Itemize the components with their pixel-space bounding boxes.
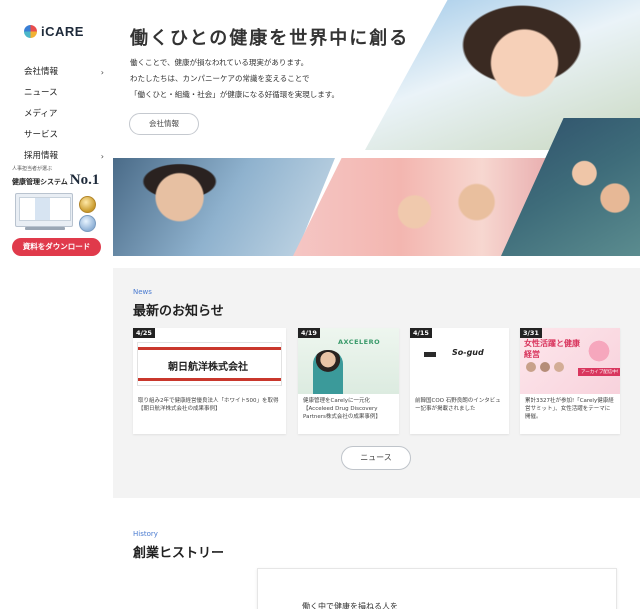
news-date: 4/19 (298, 328, 320, 338)
main-nav: 会社情報 › ニュース メディア サービス 採用情報 › (0, 62, 113, 167)
logo-mark-icon (24, 25, 37, 38)
nav-item-media[interactable]: メディア (0, 104, 113, 125)
news-section: News 最新のお知らせ 4/25 朝日航洋株式会社 取り組み2年で健康経営優良… (113, 268, 640, 498)
news-date: 4/15 (410, 328, 432, 338)
person-photo-icon (313, 350, 343, 394)
award-seal-icon (79, 215, 96, 232)
news-caption: 累計3327社が参加!「Carely健康経営サミット」、女性活躍をテーマに開催。 (525, 398, 614, 420)
thumb-logo-text: AXCELERO (338, 338, 381, 346)
heart-illustration-icon (584, 334, 614, 368)
news-card[interactable]: 4/19 AXCELERO 健康管理をCarelyに一元化【Acceleed D… (298, 328, 399, 434)
badge-title: 健康管理システム No.1 (12, 172, 104, 189)
speaker-avatar (526, 362, 536, 372)
news-card[interactable]: 4/15 So-gud 前韓国COO 石野良朗のインタビュー記事が掲載されました (410, 328, 509, 434)
news-thumb: 3/31 女性活躍と健康経営 アーカイブ配信中! (520, 328, 620, 394)
nav-item-service[interactable]: サービス (0, 125, 113, 146)
history-card: 働く中で健康を損ねる人を (257, 568, 617, 609)
thumb-stripe (138, 347, 281, 350)
news-date: 3/31 (520, 328, 542, 338)
nav-item-label: メディア (24, 109, 58, 119)
news-more-button[interactable]: ニュース (341, 446, 411, 470)
nav-item-label: 採用情報 (24, 151, 59, 161)
laptop-illustration-icon (15, 193, 73, 230)
nav-item-label: サービス (24, 130, 59, 140)
history-title: 創業ヒストリー (133, 546, 225, 561)
chevron-right-icon: › (100, 152, 104, 161)
news-thumb: 4/25 朝日航洋株式会社 (133, 328, 286, 394)
company-info-button[interactable]: 会社情報 (129, 113, 199, 135)
logo-text: iCARE (41, 24, 84, 39)
thumb-small-logo-icon (424, 352, 436, 357)
nav-item-label: ニュース (24, 88, 58, 98)
site-logo[interactable]: iCARE (24, 24, 84, 39)
archive-badge: アーカイブ配信中! (578, 368, 620, 376)
news-title: 最新のお知らせ (133, 304, 224, 319)
sidebar: iCARE 会社情報 › ニュース メディア サービス 採用情報 › 人事担当者… (0, 0, 113, 609)
download-button[interactable]: 資料をダウンロード (12, 238, 101, 256)
news-caption: 健康管理をCarelyに一元化【Acceleed Drug Discovery … (303, 398, 381, 420)
thumb-panel: 朝日航洋株式会社 (137, 342, 282, 386)
news-thumb: 4/19 AXCELERO (298, 328, 399, 394)
speaker-avatar (554, 362, 564, 372)
badge-rank: No.1 (69, 172, 100, 188)
news-eyebrow: News (133, 288, 152, 296)
news-caption: 取り組み2年で健康経営優良法人「ホワイト500」を取得【朝日航洋株式会社の成果事… (138, 398, 279, 412)
nav-item-news[interactable]: ニュース (0, 83, 113, 104)
history-eyebrow: History (133, 530, 158, 538)
award-badge: 人事担当者が選ぶ 健康管理システム No.1 (12, 166, 104, 232)
badge-title-text: 健康管理システム (12, 178, 68, 186)
news-date: 4/25 (133, 328, 155, 338)
speaker-avatar (540, 362, 550, 372)
thumb-logo-text: So-gud (452, 348, 484, 357)
history-card-text: 働く中で健康を損ねる人を (302, 602, 398, 609)
thumb-headline: 女性活躍と健康経営 (524, 339, 580, 359)
award-medal-icon (79, 196, 96, 213)
hero-text-line: わたしたちは、カンパニーケアの常識を変えることで (130, 74, 310, 83)
hero-text-line: 「働くひと・組織・社会」が健康になる好循環を実現します。 (130, 90, 340, 99)
nav-item-recruit[interactable]: 採用情報 › (0, 146, 113, 167)
news-thumb: 4/15 So-gud (410, 328, 509, 394)
chevron-right-icon: › (100, 68, 104, 77)
nav-item-label: 会社情報 (24, 67, 59, 77)
news-caption: 前韓国COO 石野良朗のインタビュー記事が掲載されました (415, 398, 501, 412)
news-card[interactable]: 4/25 朝日航洋株式会社 取り組み2年で健康経営優良法人「ホワイト500」を取… (133, 328, 286, 434)
thumb-company-name: 朝日航洋株式会社 (168, 362, 248, 373)
nav-item-company[interactable]: 会社情報 › (0, 62, 113, 83)
hero-title: 働くひとの健康を世界中に創る (130, 28, 410, 49)
hero-text-line: 働くことで、健康が損なわれている現実があります。 (130, 58, 309, 67)
hero: 働くひとの健康を世界中に創る 働くことで、健康が損なわれている現実があります。 … (113, 0, 640, 268)
history-section: History 創業ヒストリー 働く中で健康を損ねる人を (113, 498, 640, 609)
news-card[interactable]: 3/31 女性活躍と健康経営 アーカイブ配信中! 累計3327社が参加!「Car… (520, 328, 620, 434)
thumb-stripe (138, 378, 281, 381)
